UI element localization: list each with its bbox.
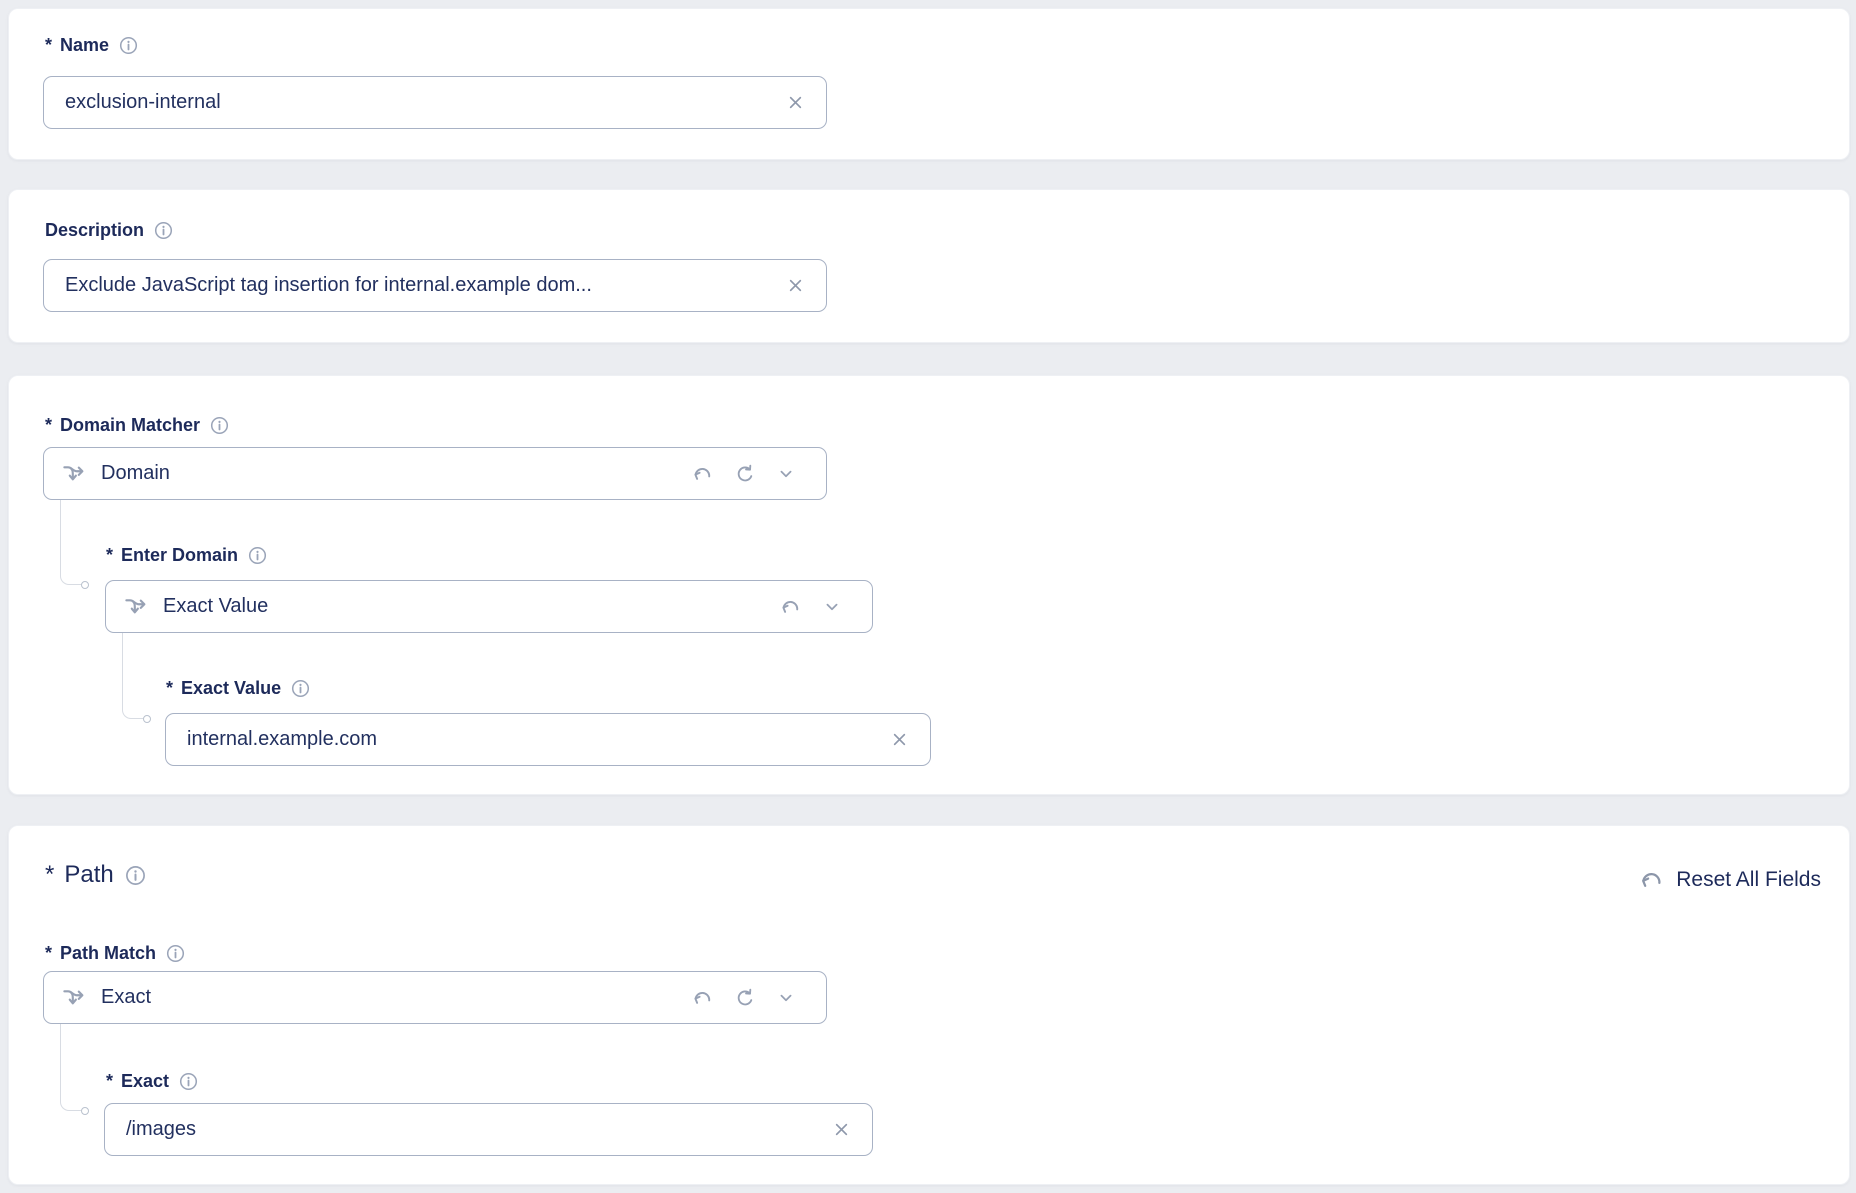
- clear-icon[interactable]: [785, 275, 806, 296]
- name-card: * Name: [8, 8, 1850, 160]
- enter-domain-select-value: Exact Value: [163, 595, 268, 618]
- domain-matcher-select[interactable]: Domain: [43, 447, 827, 500]
- rule-form-page: * Name Description * Domain Matcher Domain: [0, 0, 1856, 1193]
- required-marker: *: [106, 542, 113, 568]
- exact-field: [104, 1103, 873, 1156]
- description-label-row: Description: [45, 217, 173, 243]
- description-card: Description: [8, 189, 1850, 343]
- required-marker: *: [166, 675, 173, 701]
- info-icon[interactable]: [125, 865, 146, 886]
- name-field: [43, 76, 827, 129]
- enter-domain-label: Enter Domain: [121, 542, 238, 568]
- path-card: * Path Reset All Fields * Path Match Exact…: [8, 825, 1850, 1185]
- name-input[interactable]: [44, 77, 785, 128]
- info-icon[interactable]: [119, 36, 138, 55]
- info-icon[interactable]: [210, 416, 229, 435]
- info-icon[interactable]: [179, 1072, 198, 1091]
- path-match-label: Path Match: [60, 940, 156, 966]
- exact-value-input[interactable]: [166, 714, 889, 765]
- name-label-row: * Name: [45, 32, 138, 58]
- domain-matcher-select-value: Domain: [101, 462, 170, 485]
- enter-domain-select[interactable]: Exact Value: [105, 580, 873, 633]
- undo-icon[interactable]: [691, 986, 714, 1009]
- domain-matcher-label-row: * Domain Matcher: [45, 412, 229, 438]
- refresh-icon[interactable]: [734, 463, 756, 485]
- refresh-icon[interactable]: [734, 987, 756, 1009]
- exact-input[interactable]: [105, 1104, 831, 1155]
- path-heading: Path: [64, 859, 113, 891]
- exact-value-field: [165, 713, 931, 766]
- connector-dot: [143, 715, 151, 723]
- reset-all-fields-label: Reset All Fields: [1676, 868, 1821, 892]
- branch-icon: [123, 593, 150, 620]
- undo-icon[interactable]: [779, 595, 802, 618]
- description-input[interactable]: [44, 260, 785, 311]
- path-match-label-row: * Path Match: [45, 940, 185, 966]
- path-match-select[interactable]: Exact: [43, 971, 827, 1024]
- required-marker: *: [45, 32, 52, 58]
- info-icon[interactable]: [248, 546, 267, 565]
- reset-all-fields-button[interactable]: Reset All Fields: [1638, 866, 1821, 893]
- connector-dot: [81, 581, 89, 589]
- required-marker: *: [45, 940, 52, 966]
- path-match-select-value: Exact: [101, 986, 151, 1009]
- exact-value-label: Exact Value: [181, 675, 281, 701]
- info-icon[interactable]: [291, 679, 310, 698]
- undo-icon: [1638, 866, 1665, 893]
- info-icon[interactable]: [154, 221, 173, 240]
- chevron-down-icon[interactable]: [822, 597, 842, 617]
- description-field: [43, 259, 827, 312]
- branch-icon: [61, 460, 88, 487]
- tree-connector: [122, 633, 143, 719]
- domain-matcher-label: Domain Matcher: [60, 412, 200, 438]
- required-marker: *: [45, 412, 52, 438]
- enter-domain-label-row: * Enter Domain: [106, 542, 267, 568]
- tree-connector: [60, 1024, 81, 1111]
- description-label: Description: [45, 217, 144, 243]
- undo-icon[interactable]: [691, 462, 714, 485]
- clear-icon[interactable]: [785, 92, 806, 113]
- exact-label: Exact: [121, 1068, 169, 1094]
- branch-icon: [61, 984, 88, 1011]
- tree-connector: [60, 500, 81, 585]
- chevron-down-icon[interactable]: [776, 988, 796, 1008]
- clear-icon[interactable]: [831, 1119, 852, 1140]
- chevron-down-icon[interactable]: [776, 464, 796, 484]
- exact-label-row: * Exact: [106, 1068, 198, 1094]
- path-heading-row: * Path: [45, 859, 146, 891]
- name-label: Name: [60, 32, 109, 58]
- info-icon[interactable]: [166, 944, 185, 963]
- domain-matcher-card: * Domain Matcher Domain * Enter Domain Exa…: [8, 375, 1850, 795]
- connector-dot: [81, 1107, 89, 1115]
- required-marker: *: [45, 859, 54, 891]
- required-marker: *: [106, 1068, 113, 1094]
- exact-value-label-row: * Exact Value: [166, 675, 310, 701]
- clear-icon[interactable]: [889, 729, 910, 750]
